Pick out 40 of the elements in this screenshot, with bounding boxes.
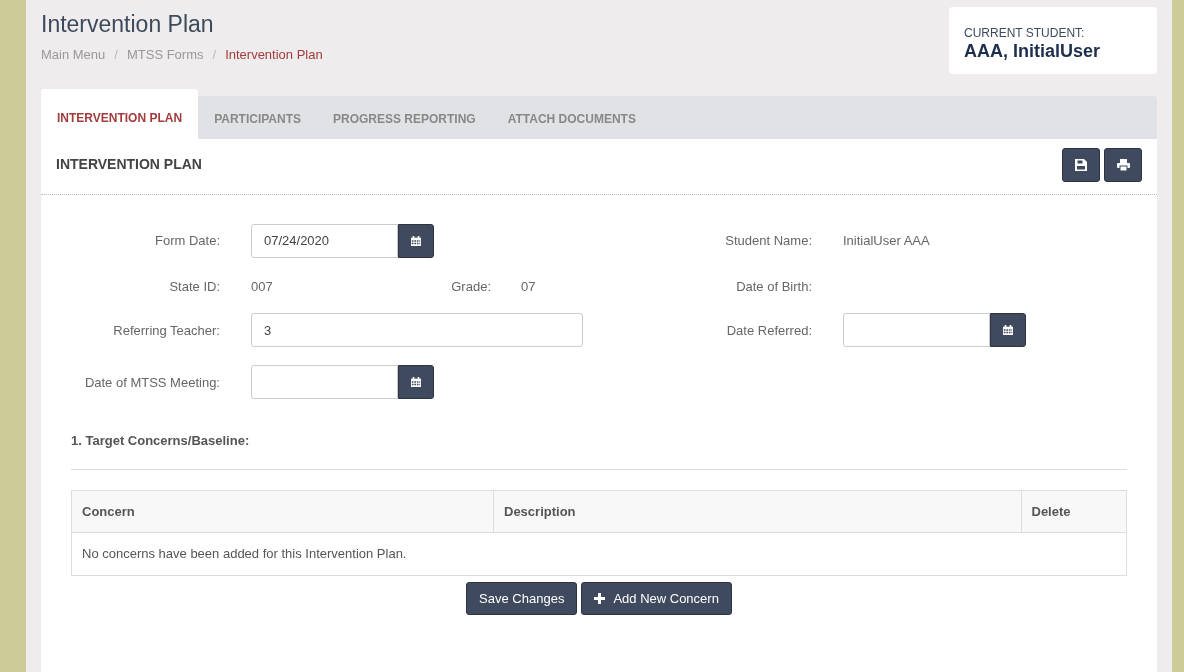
date-field[interactable]: 07/24/2020	[251, 223, 398, 258]
column-header: Delete	[1021, 490, 1127, 533]
breadcrumb-separator: /	[212, 45, 217, 64]
field-label: Referring Teacher:	[112, 321, 221, 340]
print-button[interactable]	[1104, 147, 1142, 182]
field-label: Form Date:	[154, 232, 221, 251]
field-label: Grade:	[450, 277, 492, 296]
breadcrumb-link[interactable]: Intervention Plan	[225, 44, 323, 65]
date-field[interactable]	[251, 365, 398, 400]
plus-icon	[594, 593, 606, 605]
calendar-button[interactable]	[398, 365, 434, 400]
empty-message: No concerns have been added for this Intervention Plan.	[71, 532, 1127, 576]
field-value: 07	[521, 277, 536, 296]
save-button[interactable]	[1062, 147, 1100, 182]
tab[interactable]: INTERVENTION PLAN	[41, 88, 199, 139]
breadcrumb-separator: /	[114, 45, 118, 64]
calendar-icon	[1003, 324, 1013, 337]
section-title: 1. Target Concerns/Baseline:	[71, 399, 1127, 470]
text-field[interactable]: 3	[251, 313, 583, 348]
page-title: Intervention Plan	[41, 11, 215, 39]
field-label: Date Referred:	[725, 321, 813, 340]
field-label: State ID:	[168, 277, 221, 296]
panel-title: INTERVENTION PLAN	[56, 154, 202, 174]
field-label: Date of Birth:	[735, 277, 813, 296]
student-name: AAA, InitialUser	[964, 42, 1102, 62]
field-label: Date of MTSS Meeting:	[83, 373, 221, 392]
column-header: Description	[493, 490, 1021, 533]
add-button[interactable]: Add New Concern	[581, 581, 732, 616]
calendar-icon	[411, 234, 421, 247]
field-value: InitialUser AAA	[843, 232, 931, 251]
column-header: Concern	[71, 490, 494, 533]
field-label: Student Name:	[724, 232, 813, 251]
field-value: 007	[251, 277, 274, 296]
printer-icon	[1116, 158, 1130, 171]
calendar-button[interactable]	[398, 223, 434, 258]
calendar-button[interactable]	[990, 313, 1026, 348]
student-label: CURRENT STUDENT:	[964, 25, 1086, 42]
save-button[interactable]: Save Changes	[466, 581, 578, 616]
date-field[interactable]	[843, 313, 990, 348]
calendar-icon	[411, 376, 421, 389]
